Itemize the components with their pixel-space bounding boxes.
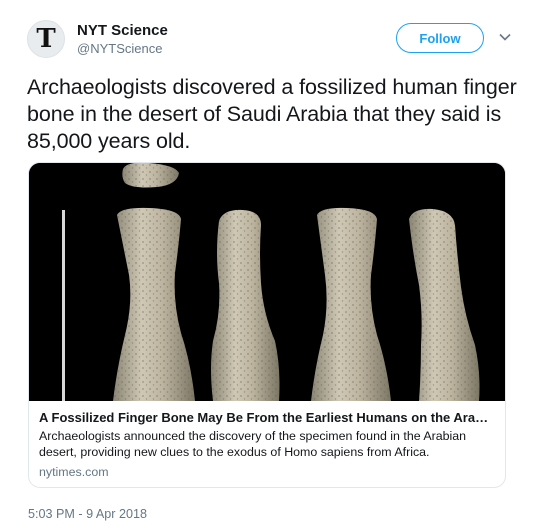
tweet-text: Archaeologists discovered a fossilized h…: [27, 75, 517, 153]
tweet-header: T NYT Science @NYTScience Follow: [27, 17, 514, 61]
author-display-name[interactable]: NYT Science: [77, 21, 168, 40]
scale-bar: [62, 210, 65, 401]
card-body: A Fossilized Finger Bone May Be From the…: [29, 401, 505, 480]
card-title[interactable]: A Fossilized Finger Bone May Be From the…: [39, 409, 495, 427]
follow-button[interactable]: Follow: [396, 23, 484, 53]
card-description: Archaeologists announced the discovery o…: [39, 429, 467, 459]
nyt-logo-icon: T: [36, 24, 56, 54]
chevron-down-icon: [499, 33, 511, 41]
tweet-timestamp[interactable]: 5:03 PM - 9 Apr 2018: [28, 507, 147, 521]
card-image[interactable]: [29, 163, 505, 401]
card-domain: nytimes.com: [39, 465, 109, 479]
author-handle[interactable]: @NYTScience: [77, 40, 168, 57]
fossil-bones-photo: [29, 163, 505, 401]
avatar[interactable]: T: [27, 20, 65, 58]
author-names: NYT Science @NYTScience: [77, 21, 168, 57]
more-options-button[interactable]: [496, 28, 514, 46]
link-card[interactable]: A Fossilized Finger Bone May Be From the…: [28, 162, 506, 488]
